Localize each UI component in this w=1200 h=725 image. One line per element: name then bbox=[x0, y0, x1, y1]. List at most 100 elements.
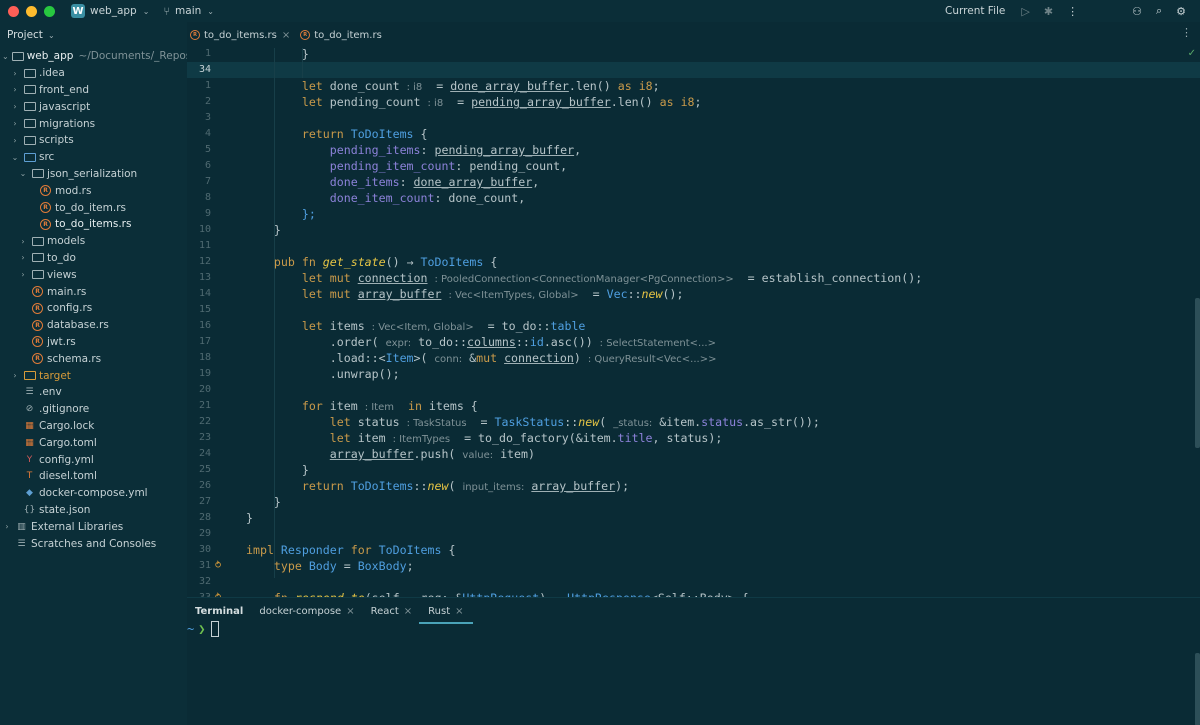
chevron-right-icon[interactable]: › bbox=[18, 253, 28, 262]
tree-item[interactable]: › scripts bbox=[0, 132, 187, 149]
code-line[interactable]: 5 pending_items: pending_array_buffer, bbox=[187, 142, 1200, 158]
tab-to-do-items[interactable]: R to_do_items.rs × bbox=[187, 22, 297, 48]
code-line[interactable]: 34 bbox=[187, 62, 1200, 78]
code-line[interactable]: 29 bbox=[187, 526, 1200, 542]
tree-item[interactable]: Rto_do_items.rs bbox=[0, 216, 187, 233]
tree-item[interactable]: ☰ Scratches and Consoles bbox=[0, 535, 187, 552]
chevron-down-icon[interactable]: ⌄ bbox=[48, 31, 55, 40]
code-line[interactable]: 28} bbox=[187, 510, 1200, 526]
chevron-down-icon[interactable]: ⌄ bbox=[18, 169, 28, 178]
code-line[interactable]: 25 } bbox=[187, 462, 1200, 478]
chevron-right-icon[interactable]: › bbox=[10, 102, 20, 111]
tree-item[interactable]: Rmod.rs bbox=[0, 182, 187, 199]
tree-item[interactable]: {} state.json bbox=[0, 502, 187, 519]
code-line[interactable]: 32 bbox=[187, 574, 1200, 590]
tab-rust[interactable]: Rust × bbox=[419, 598, 473, 624]
tree-item[interactable]: ◆ docker-compose.yml bbox=[0, 485, 187, 502]
close-icon[interactable]: × bbox=[404, 606, 412, 617]
code-line[interactable]: 1 } bbox=[187, 48, 1200, 62]
chevron-right-icon[interactable]: › bbox=[10, 136, 20, 145]
tree-item[interactable]: ⌄ json_serialization bbox=[0, 166, 187, 183]
search-icon[interactable]: ⌕ bbox=[1156, 4, 1162, 18]
tree-item[interactable]: Rjwt.rs bbox=[0, 334, 187, 351]
settings-icon[interactable]: ⚙ bbox=[1176, 5, 1186, 18]
tree-item[interactable]: ▦ Cargo.lock bbox=[0, 418, 187, 435]
close-window-button[interactable] bbox=[8, 5, 19, 17]
code-line[interactable]: 26 return ToDoItems::new( input_items: a… bbox=[187, 478, 1200, 494]
tree-item[interactable]: › views bbox=[0, 266, 187, 283]
tree-item[interactable]: Rto_do_item.rs bbox=[0, 199, 187, 216]
chevron-right-icon[interactable]: › bbox=[18, 237, 28, 246]
chevron-down-icon[interactable]: ⌄ bbox=[2, 52, 9, 61]
code-line[interactable]: 22 let status : TaskStatus = TaskStatus:… bbox=[187, 414, 1200, 430]
tree-root[interactable]: ⌄ web_app ~/Documents/_Repos bbox=[0, 48, 191, 65]
terminal-scrollbar[interactable] bbox=[1195, 653, 1200, 725]
tree-item[interactable]: Rmain.rs bbox=[0, 283, 187, 300]
code-line[interactable]: 9 }; bbox=[187, 206, 1200, 222]
code-line[interactable]: 4 return ToDoItems { bbox=[187, 126, 1200, 142]
debug-icon[interactable]: ✱ bbox=[1044, 5, 1053, 18]
tree-item[interactable]: › javascript bbox=[0, 98, 187, 115]
chevron-down-icon[interactable]: ⌄ bbox=[10, 153, 20, 162]
code-line[interactable]: 31 ⥁ type Body = BoxBody; bbox=[187, 558, 1200, 574]
project-badge[interactable]: W bbox=[71, 4, 85, 18]
code-line[interactable]: 3 bbox=[187, 110, 1200, 126]
tree-item[interactable]: Rschema.rs bbox=[0, 350, 187, 367]
tree-item[interactable]: ⊘ .gitignore bbox=[0, 401, 187, 418]
close-icon[interactable]: × bbox=[455, 606, 463, 617]
code-line[interactable]: 8 done_item_count: done_count, bbox=[187, 190, 1200, 206]
implements-icon[interactable]: ⥁ bbox=[215, 590, 221, 597]
code-line[interactable]: 1 let done_count : i8 = done_array_buffe… bbox=[187, 78, 1200, 94]
tree-item[interactable]: › .idea bbox=[0, 65, 187, 82]
code-line[interactable]: 12 pub fn get_state() → ToDoItems { bbox=[187, 254, 1200, 270]
tree-item[interactable]: › to_do bbox=[0, 250, 187, 267]
code-line[interactable]: 33 ⥁ fn respond_to(self, _req: &HttpReque… bbox=[187, 590, 1200, 597]
minimize-window-button[interactable] bbox=[26, 5, 37, 17]
tree-item[interactable]: › migrations bbox=[0, 115, 187, 132]
code-line[interactable]: 23 let item : ItemTypes = to_do_factory(… bbox=[187, 430, 1200, 446]
code-line[interactable]: 15 bbox=[187, 302, 1200, 318]
tree-item[interactable]: › front_end bbox=[0, 82, 187, 99]
more-icon[interactable]: ⋮ bbox=[1067, 5, 1078, 18]
code-line[interactable]: 20 bbox=[187, 382, 1200, 398]
tree-item[interactable]: › models bbox=[0, 233, 187, 250]
code-line[interactable]: 18 .load::<Item>( conn: &mut connection)… bbox=[187, 350, 1200, 366]
tree-item[interactable]: Yconfig.yml bbox=[0, 451, 187, 468]
chevron-right-icon[interactable]: › bbox=[10, 371, 20, 380]
chevron-right-icon[interactable]: › bbox=[10, 69, 20, 78]
code-line[interactable]: 19 .unwrap(); bbox=[187, 366, 1200, 382]
code-line[interactable]: 30 impl Responder for ToDoItems { bbox=[187, 542, 1200, 558]
code-line[interactable]: 7 done_items: done_array_buffer, bbox=[187, 174, 1200, 190]
run-config-selector[interactable]: Current File bbox=[945, 5, 1005, 17]
code-line[interactable]: 21 for item : Item in items { bbox=[187, 398, 1200, 414]
code-line[interactable]: 6 pending_item_count: pending_count, bbox=[187, 158, 1200, 174]
more-icon[interactable]: ⋮ bbox=[1181, 26, 1192, 39]
tree-item[interactable]: › ▥ External Libraries bbox=[0, 518, 187, 535]
implements-icon[interactable]: ⥁ bbox=[215, 558, 221, 574]
chevron-right-icon[interactable]: › bbox=[10, 119, 20, 128]
code-line[interactable]: 14 let mut array_buffer : Vec<ItemTypes,… bbox=[187, 286, 1200, 302]
code-line[interactable]: 13 let mut connection : PooledConnection… bbox=[187, 270, 1200, 286]
project-panel-header[interactable]: Project ⌄ bbox=[0, 22, 187, 48]
tree-item[interactable]: Tdiesel.toml bbox=[0, 468, 187, 485]
run-icon[interactable]: ▷ bbox=[1021, 5, 1029, 18]
branch-icon[interactable]: ⑂ bbox=[163, 5, 170, 18]
tree-item[interactable]: ▦ Cargo.toml bbox=[0, 434, 187, 451]
tab-react[interactable]: React × bbox=[371, 598, 413, 624]
tree-item[interactable]: › target bbox=[0, 367, 187, 384]
code-line[interactable]: 17 .order( expr: to_do::columns::id.asc(… bbox=[187, 334, 1200, 350]
chevron-down-icon[interactable]: ⌄ bbox=[143, 7, 150, 16]
tab-docker-compose[interactable]: docker-compose × bbox=[259, 598, 354, 624]
code-line[interactable]: 27 } bbox=[187, 494, 1200, 510]
tab-to-do-item[interactable]: R to_do_item.rs bbox=[297, 22, 389, 48]
code-line[interactable]: 16 let items : Vec<Item, Global> = to_do… bbox=[187, 318, 1200, 334]
tree-item[interactable]: ⌄ src bbox=[0, 149, 187, 166]
chevron-right-icon[interactable]: › bbox=[18, 270, 28, 279]
branch-switcher[interactable]: main bbox=[175, 5, 201, 17]
tree-item[interactable]: ☰ .env bbox=[0, 384, 187, 401]
chevron-right-icon[interactable]: › bbox=[2, 522, 12, 531]
code-editor[interactable]: ✓ 1 } 34 1 let done_count : i8 = done_arra… bbox=[187, 48, 1200, 597]
code-line[interactable]: 11 bbox=[187, 238, 1200, 254]
project-switcher[interactable]: web_app bbox=[90, 5, 137, 17]
chevron-down-icon[interactable]: ⌄ bbox=[207, 7, 214, 16]
